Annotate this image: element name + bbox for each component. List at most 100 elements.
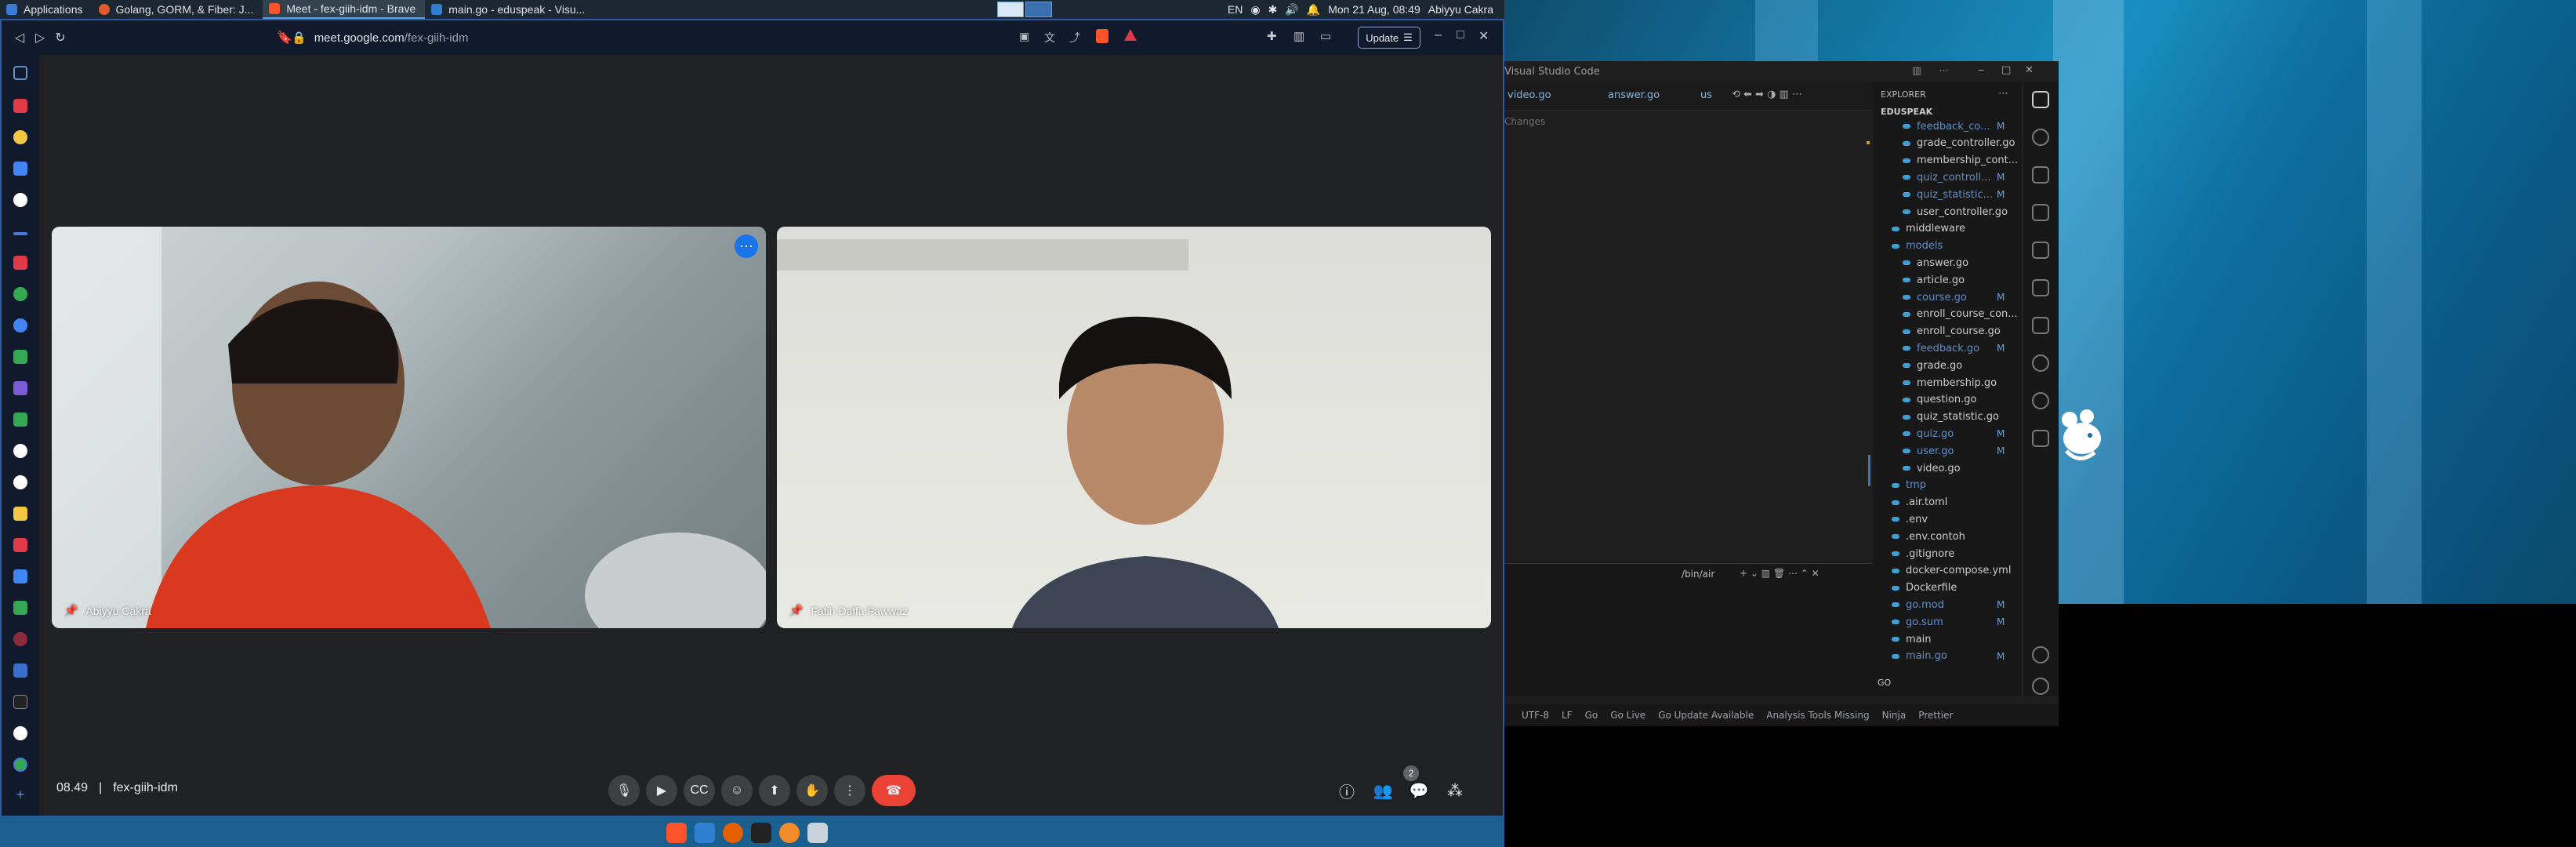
terminal-launcher-icon[interactable] [751, 823, 771, 843]
status-ninja[interactable]: Ninja [1882, 710, 1907, 721]
keyboard-layout[interactable]: EN [1228, 3, 1243, 16]
workspace-1[interactable] [997, 2, 1024, 17]
sidebar-app-icon[interactable] [13, 232, 27, 235]
sidebar-app-icon[interactable] [13, 99, 27, 113]
file-tree-item[interactable]: membership.go [1903, 374, 1997, 391]
layout-icon[interactable]: ▥ [1912, 65, 1921, 77]
sidebar-app-icon[interactable] [13, 162, 27, 176]
file-tree-item[interactable]: feedback.go M [1903, 340, 2005, 357]
sidebar-app-icon[interactable] [13, 413, 27, 427]
more-icon[interactable]: ⋯ [1939, 65, 1949, 77]
file-tree-item[interactable]: .env [1892, 511, 1928, 528]
leave-call-button[interactable]: ☎ [872, 775, 916, 806]
file-tree-item[interactable]: quiz.go M [1903, 425, 2005, 442]
share-icon[interactable]: ⤴ [1069, 30, 1080, 45]
more-options-button[interactable]: ⋮ [834, 775, 865, 806]
sidebar-app-icon[interactable] [13, 287, 27, 301]
file-tree-item[interactable]: course.go M [1903, 289, 2005, 306]
vscode-launcher-icon[interactable] [695, 823, 715, 843]
status-go-live[interactable]: Go Live [1610, 710, 1645, 721]
close-icon[interactable]: ✕ [1478, 28, 1489, 44]
reactions-button[interactable]: ☺ [721, 775, 753, 806]
settings-gear-icon[interactable] [2032, 678, 2049, 695]
tab-user-go[interactable]: us [1700, 89, 1712, 101]
remote-icon[interactable] [2032, 392, 2049, 409]
file-tree-item[interactable]: grade_controller.go [1903, 135, 2015, 152]
pin-icon[interactable]: 📌 [64, 604, 78, 617]
file-tree-item[interactable]: .air.toml [1892, 494, 1947, 511]
file-tree-item[interactable]: enroll_course.go [1903, 323, 2001, 340]
extensions-icon[interactable] [2032, 242, 2049, 259]
sidebar-app-icon[interactable] [13, 193, 27, 207]
brave-launcher-icon[interactable] [666, 823, 687, 843]
file-tree-item[interactable]: feedback_co... M [1903, 118, 2005, 135]
postman-launcher-icon[interactable] [779, 823, 800, 843]
sidebar-app-icon[interactable] [13, 381, 27, 395]
reload-icon[interactable]: ↻ [50, 30, 71, 45]
tab-answer-go[interactable]: answer.go [1608, 89, 1660, 101]
file-tree-item[interactable]: .env.contoh [1892, 528, 1965, 545]
github-icon[interactable] [2032, 354, 2049, 372]
file-tree-item[interactable]: question.go [1903, 391, 1977, 409]
address-bar[interactable]: 🔒 meet.google.com/fex-giih-idm [292, 27, 1036, 49]
notification-icon[interactable]: 🔔 [1307, 3, 1320, 16]
file-tree-item[interactable]: go.mod M [1892, 596, 2005, 613]
sidebar-app-icon[interactable] [13, 444, 27, 458]
maximize-icon[interactable]: □ [2001, 64, 2011, 76]
clock[interactable]: Mon 21 Aug, 08:49 [1328, 3, 1420, 16]
status-prettier[interactable]: Prettier [1918, 710, 1953, 721]
brave-shields-icon[interactable] [1096, 29, 1108, 43]
file-tree-item[interactable]: main [1892, 631, 1931, 648]
file-tree-item[interactable]: grade.go [1903, 357, 1962, 374]
file-tree-item[interactable]: user_controller.go [1903, 203, 2008, 220]
raise-hand-button[interactable]: ✋ [796, 775, 828, 806]
docker-icon[interactable] [2032, 317, 2049, 334]
terminal-actions[interactable]: + ⌄ ▥ 🗑 ⋯ ⌃ ✕ [1740, 568, 1820, 579]
bluetooth-icon[interactable]: ✱ [1268, 3, 1278, 16]
wallet-icon[interactable]: ▭ [1320, 29, 1331, 43]
explorer-icon[interactable] [2032, 91, 2049, 108]
participant-tile-2[interactable]: 📌 Fatih Daffa Fawwaz [777, 227, 1491, 628]
file-tree-item[interactable]: Dockerfile [1892, 580, 1957, 597]
files-launcher-icon[interactable] [807, 823, 828, 843]
file-tree-item[interactable]: quiz_statistic... M [1903, 186, 2005, 203]
sidebar-app-icon[interactable] [13, 507, 27, 521]
account-icon[interactable] [2032, 646, 2049, 663]
status-analysis-tools[interactable]: Analysis Tools Missing [1766, 710, 1869, 721]
user-menu[interactable]: Abiyyu Cakra [1428, 3, 1493, 16]
file-tree-item[interactable]: middleware [1892, 220, 1965, 238]
file-tree-item[interactable]: membership_cont... [1903, 152, 2018, 169]
file-tree-item[interactable]: .gitignore [1892, 545, 1954, 562]
forward-icon[interactable]: ▷ [30, 30, 50, 45]
back-icon[interactable]: ◁ [9, 30, 30, 45]
brave-rewards-icon[interactable] [1124, 29, 1137, 41]
sidebar-app-icon[interactable] [13, 601, 27, 615]
sidebar-app-icon[interactable] [13, 130, 27, 144]
present-button[interactable]: ⬆ [759, 775, 790, 806]
file-tree-item[interactable]: tmp [1892, 477, 1926, 494]
sidebar-app-icon[interactable] [13, 350, 27, 364]
run-debug-icon[interactable] [2032, 204, 2049, 221]
people-button[interactable]: 👥 [1367, 775, 1399, 806]
sidebar-app-icon[interactable] [13, 663, 27, 678]
minimize-icon[interactable]: ‒ [1978, 64, 1984, 76]
status-encoding[interactable]: UTF-8 [1522, 710, 1549, 721]
gitlens-icon[interactable] [2032, 430, 2049, 447]
source-control-icon[interactable] [2032, 166, 2049, 184]
toolbar-icons[interactable]: ⟲ ⬅ ➡ ◑ ▥ ⋯ [1732, 89, 1802, 100]
file-tree-item[interactable]: video.go [1903, 460, 1961, 477]
testing-icon[interactable] [2032, 279, 2049, 296]
applications-menu[interactable]: Applications [0, 0, 93, 19]
search-icon[interactable] [2032, 129, 2049, 146]
file-tree-item[interactable]: quiz_controll... M [1903, 169, 2005, 186]
firefox-launcher-icon[interactable] [723, 823, 743, 843]
sidebar-app-icon[interactable] [13, 726, 27, 740]
taskbar-item-vscode[interactable]: main.go - eduspeak - Visu... [425, 0, 594, 19]
participant-tile-1[interactable]: ⋯ 📌 Abiyyu Cakra [52, 227, 766, 628]
sidebar-toggle-icon[interactable]: ▥ [1293, 29, 1304, 43]
explorer-more-icon[interactable]: ⋯ [1998, 88, 2008, 100]
sidebar-app-icon[interactable] [13, 569, 27, 583]
chat-button[interactable]: 💬 [1403, 775, 1435, 806]
activities-button[interactable]: ⁂ [1439, 775, 1471, 806]
taskbar-item-meet[interactable]: Meet - fex-giih-idm - Brave [263, 0, 426, 19]
